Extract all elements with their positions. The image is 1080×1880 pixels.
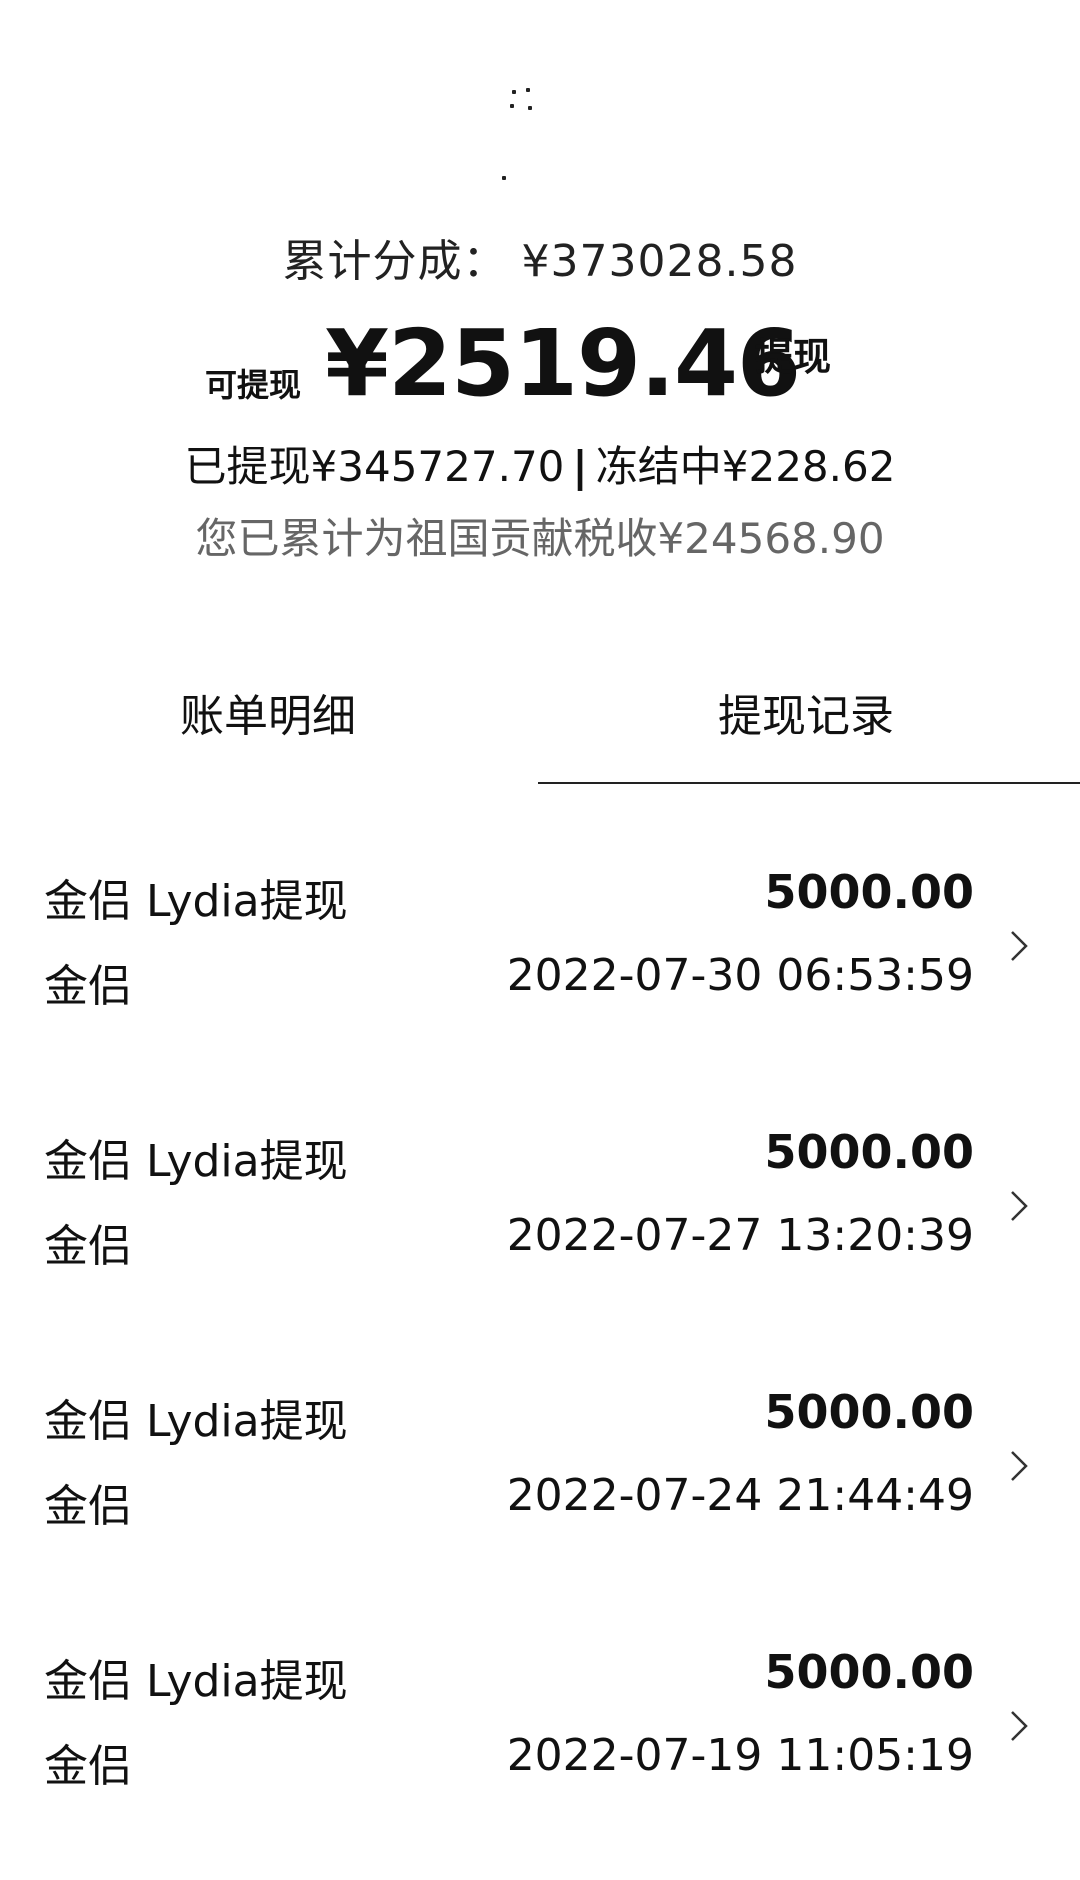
record-time: 2022-07-30 06:53:59 <box>506 950 974 1001</box>
cumulative-share: 累计分成： ¥373028.58 <box>0 225 1080 289</box>
record-title: 金侣 Lydia提现 <box>44 876 348 927</box>
tab-bar: 账单明细 提现记录 <box>0 660 1080 790</box>
list-item[interactable]: 金侣 Lydia提现 金侣 5000.00 2022-07-24 21:44:4… <box>0 1360 1080 1620</box>
list-item[interactable]: 金侣 Lydia提现 金侣 5000.00 2022-07-30 06:53:5… <box>0 840 1080 1100</box>
withdrawn-label: 已提现 <box>184 442 311 491</box>
cumulative-label: 累计分成： <box>282 236 508 287</box>
stats-separator: | <box>572 442 588 491</box>
frozen-value: ¥228.62 <box>721 442 896 491</box>
chevron-right-icon <box>1011 931 1028 961</box>
withdraw-record-list: 金侣 Lydia提现 金侣 5000.00 2022-07-30 06:53:5… <box>0 840 1080 1880</box>
record-subtitle: 金侣 <box>44 1481 132 1532</box>
record-title: 金侣 Lydia提现 <box>44 1656 348 1707</box>
chevron-right-icon <box>1011 1191 1028 1221</box>
tax-contribution: 您已累计为祖国贡献税收¥24568.90 <box>195 514 885 563</box>
withdrawn-value: ¥345727.70 <box>310 442 565 491</box>
record-time: 2022-07-24 21:44:49 <box>506 1470 974 1521</box>
tab-withdraw-records[interactable]: 提现记录 <box>718 680 894 744</box>
withdraw-stats: 已提现¥345727.70 | 冻结中¥228.62 <box>0 433 1080 494</box>
tab-active-indicator <box>538 782 1080 784</box>
record-time: 2022-07-27 13:20:39 <box>506 1210 974 1261</box>
record-time: 2022-07-19 11:05:19 <box>506 1730 974 1781</box>
record-amount: 5000.00 <box>764 865 974 919</box>
record-subtitle: 金侣 <box>44 1221 132 1272</box>
available-label: 可提现 <box>205 366 302 404</box>
cumulative-value: ¥373028.58 <box>521 236 798 287</box>
record-amount: 5000.00 <box>764 1645 974 1699</box>
list-item[interactable]: 金侣 Lydia提现 金侣 5000.00 2022-07-27 13:20:3… <box>0 1100 1080 1360</box>
status-dots <box>500 88 560 198</box>
record-amount: 5000.00 <box>764 1125 974 1179</box>
record-amount: 5000.00 <box>764 1385 974 1439</box>
frozen-label: 冻结中 <box>595 442 722 491</box>
record-subtitle: 金侣 <box>44 1741 132 1792</box>
available-balance: 可提现 ¥2519.46 提现 <box>0 310 1080 420</box>
available-amount: ¥2519.46 <box>325 310 801 417</box>
record-subtitle: 金侣 <box>44 961 132 1012</box>
withdraw-button[interactable]: 提现 <box>755 326 831 381</box>
chevron-right-icon <box>1011 1451 1028 1481</box>
record-title: 金侣 Lydia提现 <box>44 1396 348 1447</box>
chevron-right-icon <box>1011 1711 1028 1741</box>
tab-bill-detail[interactable]: 账单明细 <box>180 680 356 744</box>
list-item[interactable]: 金侣 Lydia提现 金侣 5000.00 2022-07-19 11:05:1… <box>0 1620 1080 1880</box>
record-title: 金侣 Lydia提现 <box>44 1136 348 1187</box>
cumulative-summary: 累计分成： ¥373028.58 <box>0 225 1080 289</box>
